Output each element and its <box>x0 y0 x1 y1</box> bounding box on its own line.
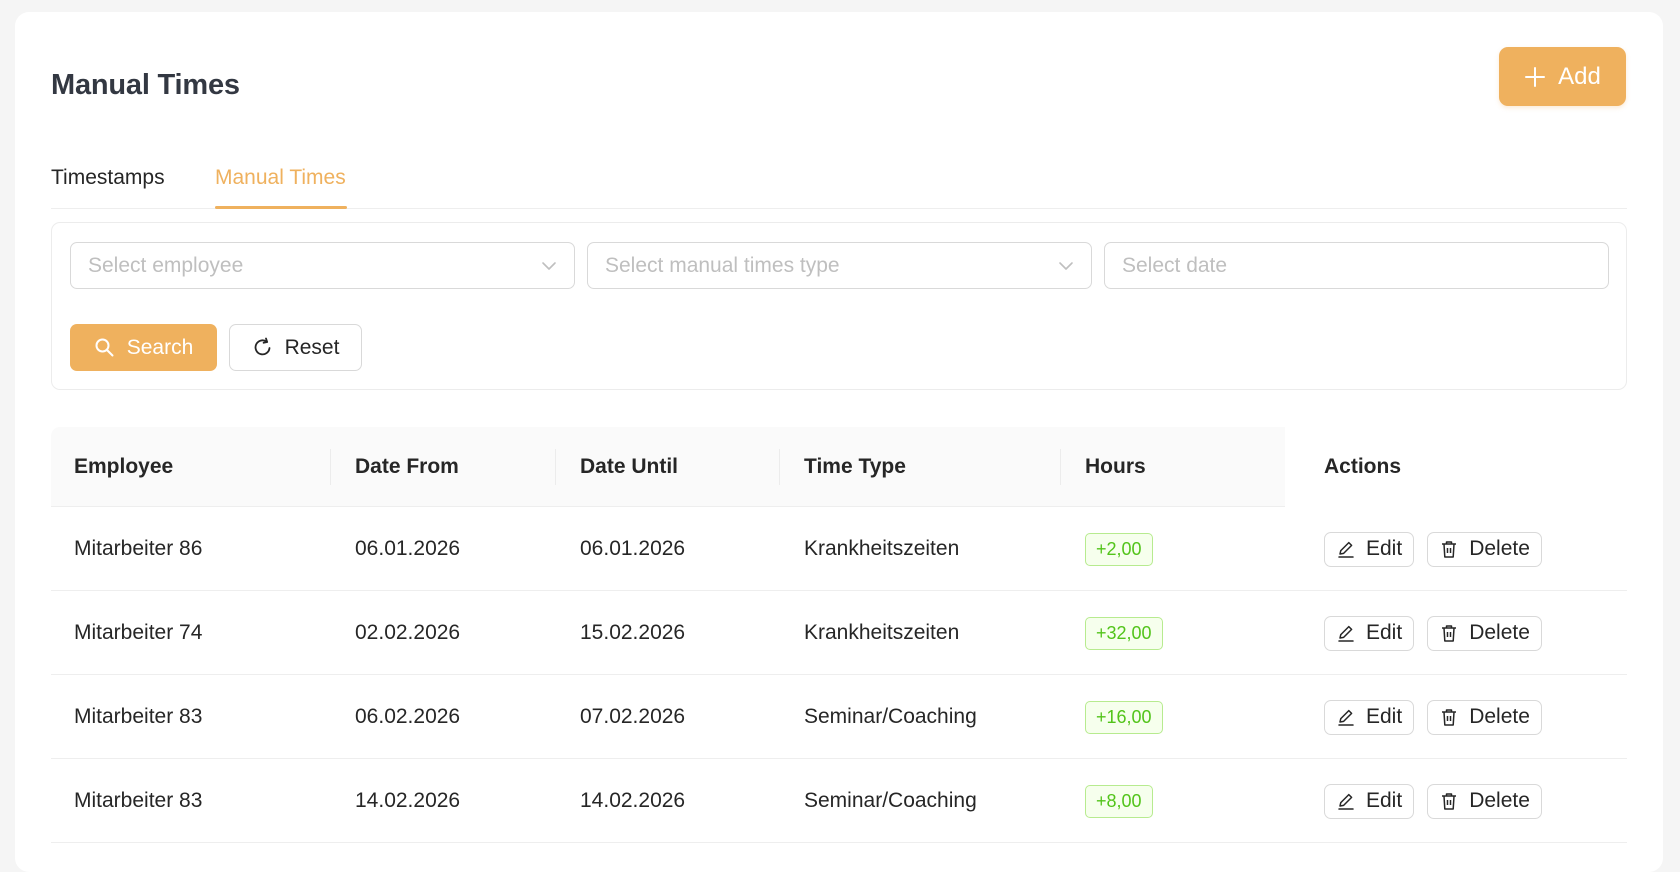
reload-icon <box>254 337 270 356</box>
column-header-date-until: Date Until <box>580 455 679 478</box>
edit-icon <box>1338 625 1354 642</box>
date-picker[interactable]: Select date <box>1104 242 1609 289</box>
table-row: Mitarbeiter 83 14.02.2026 14.02.2026 Sem… <box>51 759 1627 843</box>
add-button[interactable]: Add <box>1499 47 1626 106</box>
column-header-employee: Employee <box>74 455 174 478</box>
column-divider <box>555 449 556 485</box>
manual-times-table: Employee Date From Date Until Time Type … <box>51 427 1627 843</box>
delete-button-label: Delete <box>1469 789 1530 812</box>
delete-icon <box>1442 625 1457 642</box>
cell-actions: Edit Delete <box>1324 759 1542 843</box>
cell-hours: +8,00 <box>1085 759 1153 843</box>
hours-badge: +8,00 <box>1085 784 1153 818</box>
cell-date-until: 15.02.2026 <box>580 621 686 644</box>
cell-date-until: 06.01.2026 <box>580 537 686 560</box>
delete-button[interactable]: Delete <box>1427 699 1542 735</box>
column-divider <box>779 449 780 485</box>
delete-button-label: Delete <box>1469 705 1530 728</box>
cell-time-type: Krankheitszeiten <box>804 537 960 560</box>
edit-button-label: Edit <box>1366 705 1403 728</box>
cell-employee: Mitarbeiter 86 <box>74 537 203 560</box>
chevron-down-icon <box>542 262 556 270</box>
chevron-down-icon <box>1059 262 1073 270</box>
column-header-actions: Actions <box>1324 455 1402 478</box>
date-picker-placeholder: Select date <box>1122 253 1228 277</box>
cell-actions: Edit Delete <box>1324 675 1542 759</box>
delete-button-label: Delete <box>1469 621 1530 644</box>
edit-icon <box>1338 541 1354 558</box>
active-tab-indicator <box>215 206 347 209</box>
edit-button-label: Edit <box>1366 789 1403 812</box>
edit-button[interactable]: Edit <box>1324 699 1415 735</box>
employee-select-placeholder: Select employee <box>88 253 244 277</box>
edit-button-label: Edit <box>1366 537 1403 560</box>
reset-button-label: Reset <box>284 335 340 359</box>
column-divider <box>330 449 331 485</box>
delete-button-label: Delete <box>1469 537 1530 560</box>
cell-actions: Edit Delete <box>1324 507 1542 591</box>
plus-icon <box>1525 66 1546 87</box>
edit-button-label: Edit <box>1366 621 1403 644</box>
add-button-label: Add <box>1558 62 1601 90</box>
cell-date-from: 14.02.2026 <box>355 789 461 812</box>
search-button-label: Search <box>126 335 194 359</box>
filter-panel: Select employee Select manual times type… <box>51 222 1627 390</box>
cell-time-type: Seminar/Coaching <box>804 789 977 812</box>
edit-icon <box>1338 709 1354 726</box>
table-header: Employee Date From Date Until Time Type … <box>51 427 1627 507</box>
cell-time-type: Krankheitszeiten <box>804 621 960 644</box>
page-title: Manual Times <box>51 69 240 101</box>
cell-hours: +32,00 <box>1085 591 1163 675</box>
search-button[interactable]: Search <box>70 324 217 371</box>
hours-badge: +2,00 <box>1085 532 1153 566</box>
cell-date-until: 07.02.2026 <box>580 705 686 728</box>
cell-employee: Mitarbeiter 83 <box>74 705 203 728</box>
column-header-hours: Hours <box>1085 455 1146 478</box>
cell-employee: Mitarbeiter 83 <box>74 789 203 812</box>
cell-hours: +16,00 <box>1085 675 1163 759</box>
delete-icon <box>1442 793 1457 810</box>
delete-icon <box>1442 709 1457 726</box>
table-row: Mitarbeiter 86 06.01.2026 06.01.2026 Kra… <box>51 507 1627 591</box>
edit-button[interactable]: Edit <box>1324 615 1415 651</box>
manual-times-card: Manual Times Add Timestamps Manual Times… <box>15 12 1663 872</box>
cell-date-from: 06.02.2026 <box>355 705 461 728</box>
tab-manual-times[interactable]: Manual Times <box>215 166 346 190</box>
edit-button[interactable]: Edit <box>1324 783 1415 819</box>
edit-button[interactable]: Edit <box>1324 531 1415 567</box>
cell-date-from: 06.01.2026 <box>355 537 461 560</box>
hours-badge: +32,00 <box>1085 616 1163 650</box>
hours-badge: +16,00 <box>1085 700 1163 734</box>
cell-actions: Edit Delete <box>1324 591 1542 675</box>
time-type-select-placeholder: Select manual times type <box>605 253 840 277</box>
cell-hours: +2,00 <box>1085 507 1153 591</box>
delete-button[interactable]: Delete <box>1427 615 1542 651</box>
tab-timestamps[interactable]: Timestamps <box>51 166 165 190</box>
column-header-date-from: Date From <box>355 455 459 478</box>
time-type-select[interactable]: Select manual times type <box>587 242 1092 289</box>
edit-icon <box>1338 793 1354 810</box>
delete-button[interactable]: Delete <box>1427 783 1542 819</box>
reset-button[interactable]: Reset <box>229 324 362 371</box>
tab-bar: Timestamps Manual Times <box>51 151 1627 209</box>
cell-date-from: 02.02.2026 <box>355 621 461 644</box>
search-icon <box>95 338 114 357</box>
column-divider <box>1060 449 1061 485</box>
delete-icon <box>1442 541 1457 558</box>
employee-select[interactable]: Select employee <box>70 242 575 289</box>
table-row: Mitarbeiter 74 02.02.2026 15.02.2026 Kra… <box>51 591 1627 675</box>
table-row: Mitarbeiter 83 06.02.2026 07.02.2026 Sem… <box>51 675 1627 759</box>
cell-employee: Mitarbeiter 74 <box>74 621 203 644</box>
cell-date-until: 14.02.2026 <box>580 789 686 812</box>
column-header-time-type: Time Type <box>804 455 906 478</box>
cell-time-type: Seminar/Coaching <box>804 705 977 728</box>
delete-button[interactable]: Delete <box>1427 531 1542 567</box>
